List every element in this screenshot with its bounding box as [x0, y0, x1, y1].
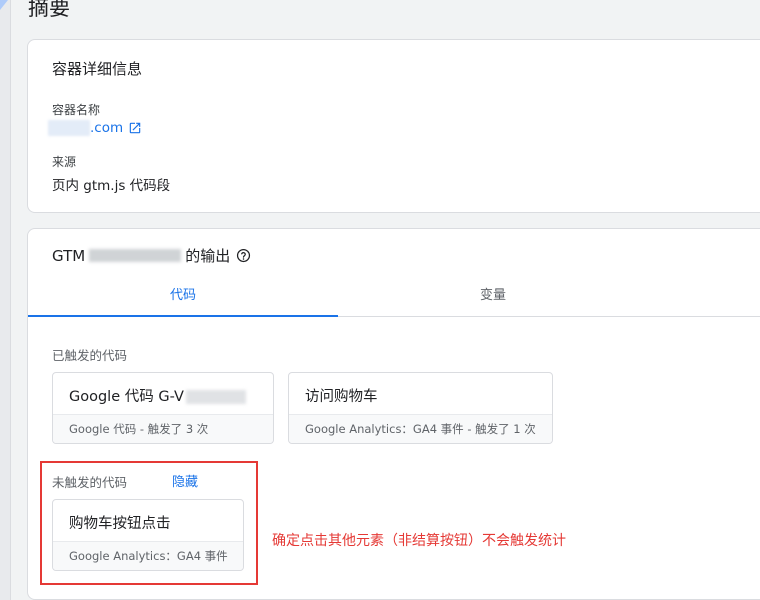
tab-tags[interactable]: 代码: [28, 279, 338, 317]
container-name-value: .com: [90, 120, 124, 136]
open-in-new-icon[interactable]: [128, 121, 142, 135]
tag-card-view-cart[interactable]: 访问购物车 Google Analytics：GA4 事件 - 触发了 1 次: [288, 372, 553, 444]
redacted-container-id: [89, 249, 182, 262]
redacted-domain: [48, 120, 90, 136]
help-icon[interactable]: [236, 248, 251, 263]
tag-card-google-tag[interactable]: Google 代码 G-V Google 代码 - 触发了 3 次: [52, 372, 274, 444]
tag-name-text: Google 代码 G-V: [69, 389, 184, 405]
fired-tags-label: 已触发的代码: [52, 348, 128, 363]
container-details-card: 容器详细信息 容器名称 .com 来源 页内 gtm.js 代码段: [27, 39, 760, 213]
source-label: 来源: [52, 155, 77, 169]
annotation-text: 确定点击其他元素（非结算按钮）不会触发统计: [272, 533, 566, 549]
panel-corner-marker: [0, 0, 8, 10]
gtm-output-title-prefix: GTM: [52, 246, 86, 265]
container-name-label: 容器名称: [52, 103, 101, 117]
tag-meta: Google 代码 - 触发了 3 次: [53, 414, 273, 443]
redacted-measurement-id: [185, 390, 246, 404]
annotation-highlight-box: [40, 461, 258, 585]
page-title: 摘要: [28, 0, 70, 20]
gtm-output-title: GTM 的输出: [52, 245, 251, 266]
gtm-output-title-suffix: 的输出: [185, 247, 231, 265]
source-value: 页内 gtm.js 代码段: [52, 178, 171, 194]
container-name-link[interactable]: .com: [48, 120, 142, 136]
tab-variables[interactable]: 变量: [338, 279, 648, 316]
container-details-title: 容器详细信息: [52, 60, 143, 78]
tag-name: Google 代码 G-V: [69, 385, 246, 406]
tag-name: 访问购物车: [305, 389, 378, 405]
side-panel-edge: [0, 0, 11, 600]
tag-meta: Google Analytics：GA4 事件 - 触发了 1 次: [289, 414, 552, 443]
output-tabs: 代码 变量: [28, 279, 760, 317]
page: 摘要 容器详细信息 容器名称 .com 来源 页内 gtm.js 代码段 GTM…: [0, 0, 760, 600]
